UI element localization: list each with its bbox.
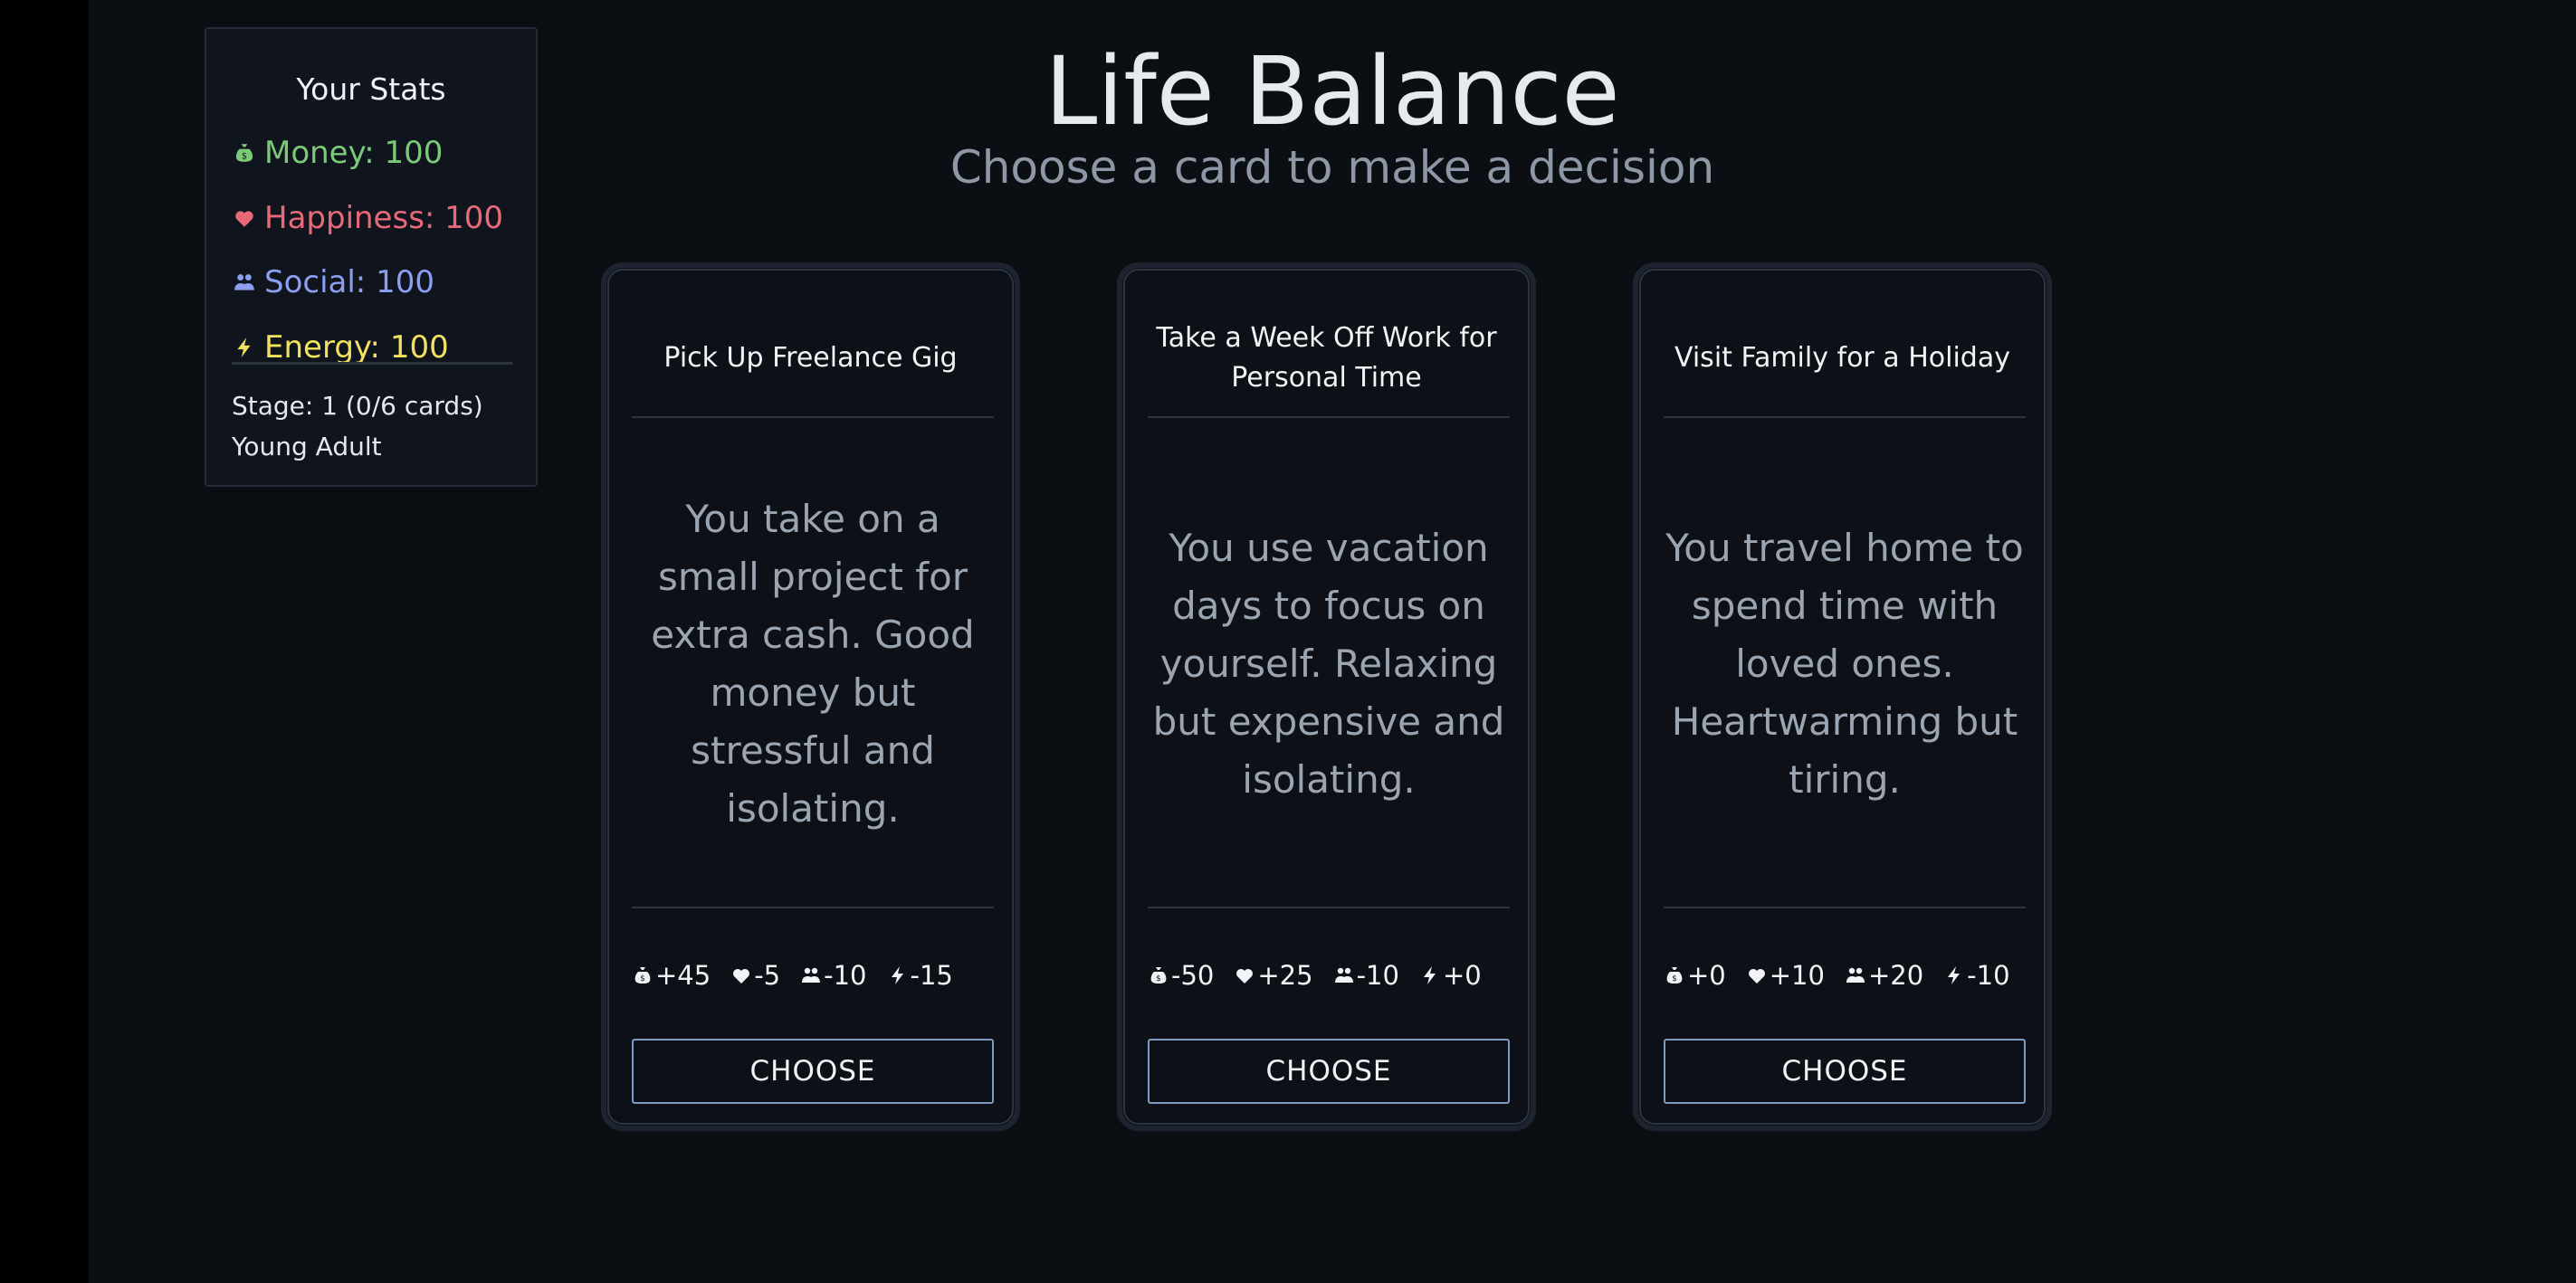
effect-social: -10 [800, 960, 867, 991]
effect-happiness: +10 [1746, 960, 1825, 991]
decision-card: Take a Week Off Work for Personal Time Y… [1117, 262, 1536, 1131]
choose-button[interactable]: CHOOSE [1664, 1039, 2026, 1104]
card-description: You take on a small project for extra ca… [651, 497, 975, 831]
effect-happiness-value: +25 [1257, 960, 1313, 991]
stat-energy-label: Energy: 100 [264, 329, 449, 366]
choose-button[interactable]: CHOOSE [1148, 1039, 1510, 1104]
money-bag-icon: $ [1666, 967, 1683, 984]
page-title: Life Balance [1045, 36, 1620, 147]
stat-happiness: Happiness: 100 [232, 195, 503, 241]
heart-icon [1236, 969, 1254, 984]
card-effects: $ -50 +25 -10 +0 [1148, 957, 1502, 993]
lightning-icon [1423, 966, 1436, 984]
heart-icon [232, 205, 257, 231]
card-divider [632, 907, 994, 908]
card-divider [1148, 907, 1510, 908]
stats-divider [232, 362, 512, 365]
card-description: You use vacation days to focus on yourse… [1152, 526, 1505, 802]
effect-happiness-value: -5 [754, 960, 781, 991]
effect-social-value: +20 [1867, 960, 1924, 991]
svg-text:$: $ [1156, 974, 1161, 984]
decision-card: Pick Up Freelance Gig You take on a smal… [601, 262, 1020, 1131]
effect-happiness: -5 [730, 960, 780, 991]
card-effects: $ +45 -5 -10 -15 [632, 957, 973, 993]
effect-energy-value: -10 [1967, 960, 2010, 991]
effect-money: $ +0 [1664, 960, 1726, 991]
decision-card: Visit Family for a Holiday You travel ho… [1633, 262, 2052, 1131]
lightning-icon [232, 335, 257, 360]
effect-social: -10 [1333, 960, 1399, 991]
effect-energy: +0 [1419, 960, 1482, 991]
stat-social-label: Social: 100 [264, 264, 434, 300]
effect-money-value: +0 [1687, 960, 1726, 991]
stage-name: Young Adult [232, 432, 382, 461]
people-icon [232, 270, 257, 295]
svg-text:$: $ [640, 974, 645, 984]
heart-icon [733, 969, 750, 984]
effect-money: $ +45 [632, 960, 711, 991]
effect-social-value: -10 [824, 960, 867, 991]
effect-happiness-value: +10 [1769, 960, 1825, 991]
effect-money: $ -50 [1148, 960, 1214, 991]
lightning-icon [891, 966, 903, 984]
card-divider [1148, 416, 1510, 418]
stat-social: Social: 100 [232, 260, 434, 305]
people-icon [1334, 967, 1353, 983]
people-icon [802, 967, 821, 983]
svg-text:$: $ [1672, 974, 1677, 984]
money-bag-icon: $ [1150, 967, 1167, 984]
effect-social: +20 [1845, 960, 1923, 991]
card-description: You travel home to spend time with loved… [1665, 526, 2024, 802]
choose-button[interactable]: CHOOSE [632, 1039, 994, 1104]
heart-icon [1748, 969, 1765, 984]
card-title: Take a Week Off Work for Personal Time [1156, 322, 1497, 394]
effect-money-value: +45 [655, 960, 711, 991]
effect-energy: -15 [887, 960, 953, 991]
game-screen: Your Stats $ Money: 100 Happiness: 100 S… [89, 0, 2576, 1283]
effect-happiness: +25 [1234, 960, 1313, 991]
card-divider [1664, 907, 2026, 908]
card-effects: $ +0 +10 +20 -10 [1664, 957, 2030, 993]
money-bag-icon: $ [634, 967, 651, 984]
stage-progress: Stage: 1 (0/6 cards) [232, 391, 483, 421]
effect-energy-value: +0 [1442, 960, 1482, 991]
effect-energy: -10 [1943, 960, 2010, 991]
card-title: Pick Up Freelance Gig [663, 342, 958, 374]
people-icon [1846, 967, 1865, 983]
card-divider [1664, 416, 2026, 418]
card-title: Visit Family for a Holiday [1674, 342, 2010, 374]
effect-social-value: -10 [1356, 960, 1399, 991]
card-divider [632, 416, 994, 418]
effect-energy-value: -15 [910, 960, 953, 991]
effect-money-value: -50 [1171, 960, 1215, 991]
page-subtitle: Choose a card to make a decision [949, 141, 1715, 194]
stat-happiness-label: Happiness: 100 [264, 200, 504, 236]
lightning-icon [1948, 966, 1961, 984]
